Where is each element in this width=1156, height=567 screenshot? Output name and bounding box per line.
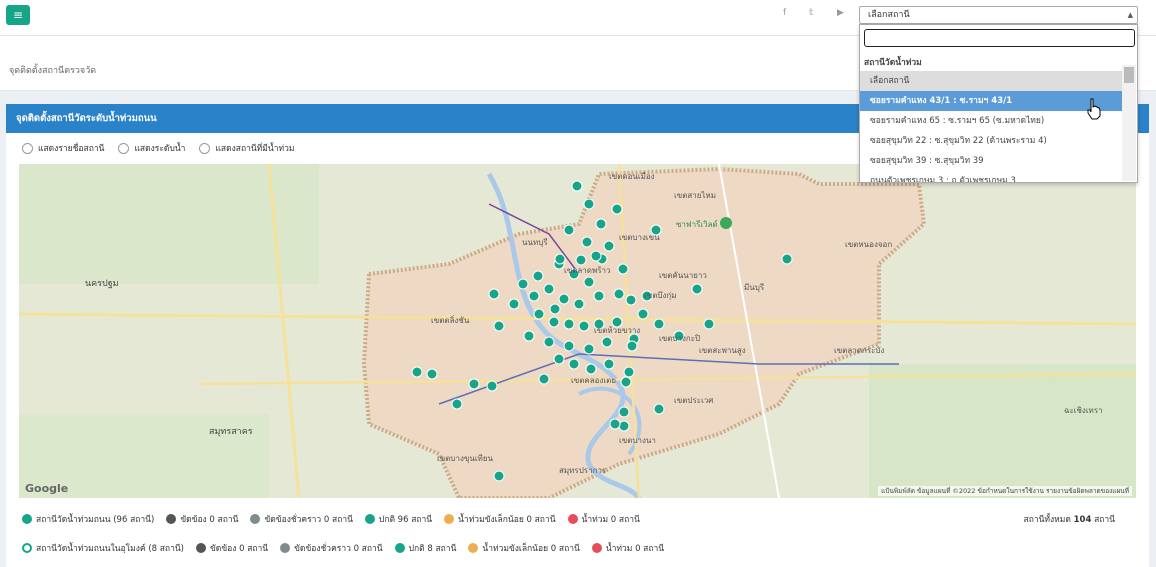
scroll-thumb[interactable] <box>1124 67 1134 83</box>
hamburger-icon[interactable]: ≡ <box>6 5 30 25</box>
map-label: สมุทรปราการ <box>559 466 607 475</box>
view-radios: แสดงรายชื่อสถานี แสดงระดับน้ำ แสดงสถานีท… <box>22 141 294 155</box>
radio-flooded-stations[interactable]: แสดงสถานีที่มีน้ำท่วม <box>199 141 294 155</box>
hand-cursor-icon <box>1087 98 1101 120</box>
map-canvas <box>19 164 1136 498</box>
station-marker-icon <box>22 514 32 524</box>
map-view[interactable]: เขตดอนเมือง เขตสายไหม เขตบางเขน เขตลาดพร… <box>19 164 1136 498</box>
map-label: เขตลาดพร้าว <box>564 266 611 275</box>
youtube-icon[interactable]: ▶ <box>837 8 844 18</box>
map-label: เขตประเวศ <box>674 396 714 405</box>
legend-item: ปกติ 96 สถานี <box>364 512 432 526</box>
map-label: เขตคันนายาว <box>659 271 707 280</box>
dropdown-option[interactable]: ซอยสุขุมวิท 22 : ซ.สุขุมวิท 22 (ด้านพระร… <box>860 131 1122 151</box>
legend-item: ขัดข้องชั่วคราว 0 สถานี <box>280 541 383 555</box>
radio-station-list[interactable]: แสดงรายชื่อสถานี <box>22 141 104 155</box>
legend-row-1: สถานีวัดน้ำท่วมถนน (96 สถานี) ขัดข้อง 0 … <box>22 512 640 526</box>
google-logo: Google <box>25 482 69 495</box>
station-select-value: เลือกสถานี <box>868 10 910 20</box>
map-label: นนทบุรี <box>522 238 548 247</box>
dropdown-search-input[interactable] <box>864 29 1135 47</box>
marker-icon <box>195 543 206 553</box>
marker-icon <box>567 514 578 524</box>
marker-icon <box>280 543 291 553</box>
marker-icon <box>444 514 455 524</box>
map-label: ฉะเชิงเทรา <box>1064 406 1103 415</box>
tunnel-marker-icon <box>22 543 32 553</box>
dropdown-option[interactable]: ถนนตัวเพชรเกษม 3 : ถ.ตัวเพชรเกษม 3 <box>860 171 1122 182</box>
legend-item: ขัดข้อง 0 สถานี <box>166 512 238 526</box>
legend-item: น้ำท่วม 0 สถานี <box>591 541 664 555</box>
marker-icon <box>591 543 602 553</box>
marker-icon <box>364 514 375 524</box>
map-label: เขตหนองจอก <box>845 240 893 249</box>
legend-item: น้ำท่วม 0 สถานี <box>567 512 640 526</box>
twitter-icon[interactable]: 𝕥 <box>809 8 813 18</box>
map-label: เขตตลิ่งชัน <box>431 316 470 325</box>
legend-item: ขัดข้องชั่วคราว 0 สถานี <box>250 512 353 526</box>
marker-icon <box>468 543 479 553</box>
marker-icon <box>166 514 177 524</box>
map-label: เขตบึงกุ่ม <box>644 291 677 300</box>
dropdown-options: เลือกสถานี ซอยรามคำแหง 43/1 : ซ.รามฯ 43/… <box>860 71 1122 182</box>
dropdown-option-highlighted[interactable]: ซอยรามคำแหง 43/1 : ซ.รามฯ 43/1 <box>860 91 1122 111</box>
map-label: นครปฐม <box>85 279 119 289</box>
map-label: เขตดอนเมือง <box>609 172 655 181</box>
legend-item: น้ำท่วมขังเล็กน้อย 0 สถานี <box>444 512 556 526</box>
dropdown-group-label: สถานีวัดน้ำท่วม <box>864 58 922 68</box>
map-label: เขตบางนา <box>619 436 656 445</box>
map-label: เขตสายไหม <box>674 191 717 200</box>
breadcrumb: จุดติดตั้งสถานีตรวจวัด <box>9 66 97 76</box>
legend-item: สถานีวัดน้ำท่วมถนนในอุโมงค์ (8 สถานี) <box>22 541 184 555</box>
legend-item: ปกติ 8 สถานี <box>394 541 456 555</box>
dropdown-option[interactable]: เลือกสถานี <box>860 71 1122 91</box>
map-label: เขตห้วยขวาง <box>594 326 641 335</box>
map-label: สมุทรสาคร <box>209 427 253 437</box>
map-label: เขตบางขุนเทียน <box>437 454 493 463</box>
facebook-icon[interactable]: f <box>783 8 786 18</box>
map-footer[interactable]: แป้นพิมพ์ลัด ข้อมูลแผนที่ ©2022 ข้อกำหนด… <box>878 486 1132 496</box>
map-label: เขตบางกะปิ <box>659 334 701 343</box>
caret-up-icon: ▲ <box>1127 11 1133 19</box>
legend-item: สถานีวัดน้ำท่วมถนน (96 สถานี) <box>22 512 154 526</box>
legend-item: ขัดข้อง 0 สถานี <box>195 541 268 555</box>
map-label: เขตคลองเตย <box>571 376 616 385</box>
map-label: เขตสะพานสูง <box>699 346 746 355</box>
radio-circle-icon[interactable] <box>199 142 211 154</box>
total-stations: สถานีทั้งหมด 104 สถานี <box>1023 515 1115 525</box>
dropdown-option[interactable]: ซอยรามคำแหง 65 : ซ.รามฯ 65 (ซ.มหาดไทย) <box>860 111 1122 131</box>
dropdown-scrollbar[interactable] <box>1122 65 1136 181</box>
marker-icon <box>394 543 405 553</box>
marker-icon <box>250 514 261 524</box>
dropdown-option[interactable]: ซอยสุขุมวิท 39 : ซ.สุขุมวิท 39 <box>860 151 1122 171</box>
radio-water-level[interactable]: แสดงระดับน้ำ <box>118 141 185 155</box>
radio-circle-icon[interactable] <box>118 142 130 154</box>
station-select[interactable]: เลือกสถานี ▲ <box>859 6 1138 24</box>
radio-circle-icon[interactable] <box>22 142 33 154</box>
map-label: มีนบุรี <box>744 283 765 292</box>
legend-row-2: สถานีวัดน้ำท่วมถนนในอุโมงค์ (8 สถานี) ขั… <box>22 541 664 555</box>
map-label: ซาฟารีเวิลด์ <box>676 220 718 229</box>
legend-item: น้ำท่วมขังเล็กน้อย 0 สถานี <box>468 541 580 555</box>
map-label: เขตลาดกระบัง <box>834 346 885 355</box>
map-label: เขตบางเขน <box>619 233 660 242</box>
